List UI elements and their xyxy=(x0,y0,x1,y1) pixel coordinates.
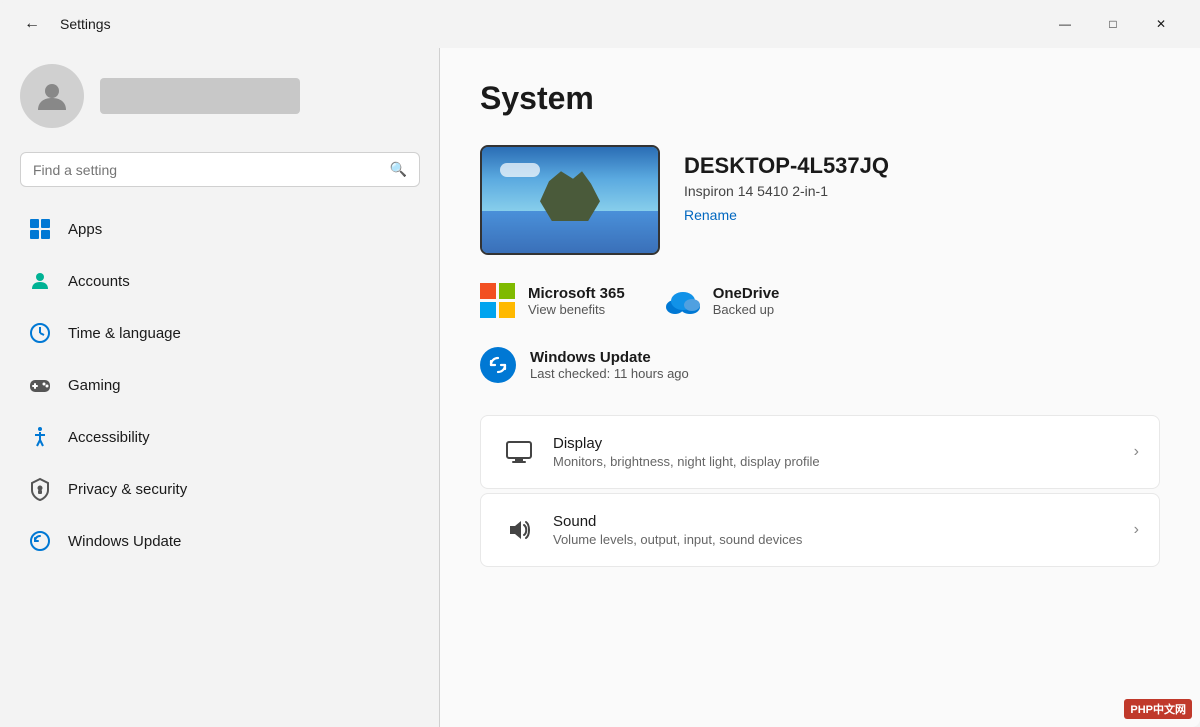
onedrive-icon xyxy=(665,283,701,319)
microsoft365-text: Microsoft 365 View benefits xyxy=(528,285,625,317)
user-profile[interactable] xyxy=(0,48,440,152)
search-box: 🔍 xyxy=(20,152,420,187)
apps-icon xyxy=(28,217,52,241)
sidebar-item-label: Gaming xyxy=(68,377,121,394)
window-title: Settings xyxy=(60,16,111,32)
windows-update-sub: Last checked: 11 hours ago xyxy=(530,366,689,381)
sidebar-item-gaming[interactable]: Gaming xyxy=(8,359,432,411)
accessibility-icon xyxy=(28,425,52,449)
sidebar-wrapper: 🔍 Apps xyxy=(0,48,440,727)
close-button[interactable]: ✕ xyxy=(1138,8,1184,40)
chevron-right-icon: › xyxy=(1134,521,1139,539)
sidebar-item-label: Accounts xyxy=(68,273,130,290)
thumbnail-cloud xyxy=(500,163,540,177)
services-row: Microsoft 365 View benefits xyxy=(480,283,1160,319)
sound-name: Sound xyxy=(553,513,1118,530)
sidebar-item-accessibility[interactable]: Accessibility xyxy=(8,411,432,463)
maximize-button[interactable]: □ xyxy=(1090,8,1136,40)
sidebar-item-time-language[interactable]: Time & language xyxy=(8,307,432,359)
sidebar-item-apps[interactable]: Apps xyxy=(8,203,432,255)
onedrive-sub: Backed up xyxy=(713,302,780,317)
microsoft365-name: Microsoft 365 xyxy=(528,285,625,302)
back-button[interactable]: ← xyxy=(16,8,48,40)
settings-list: Display Monitors, brightness, night ligh… xyxy=(480,415,1160,567)
minimize-button[interactable]: — xyxy=(1042,8,1088,40)
user-icon xyxy=(36,80,68,112)
search-input[interactable] xyxy=(33,162,382,178)
onedrive-item[interactable]: OneDrive Backed up xyxy=(665,283,780,319)
windows-update-name: Windows Update xyxy=(530,349,689,366)
chevron-right-icon: › xyxy=(1134,443,1139,461)
settings-item-display[interactable]: Display Monitors, brightness, night ligh… xyxy=(480,415,1160,489)
rename-link[interactable]: Rename xyxy=(684,207,889,223)
onedrive-name: OneDrive xyxy=(713,285,780,302)
sidebar-item-label: Privacy & security xyxy=(68,481,187,498)
display-desc: Monitors, brightness, night light, displ… xyxy=(553,454,1118,469)
avatar xyxy=(20,64,84,128)
sidebar-item-privacy-security[interactable]: Privacy & security xyxy=(8,463,432,515)
pc-model: Inspiron 14 5410 2-in-1 xyxy=(684,183,889,199)
sidebar-item-label: Windows Update xyxy=(68,533,181,550)
update-nav-icon xyxy=(28,529,52,553)
display-text: Display Monitors, brightness, night ligh… xyxy=(553,435,1118,469)
windows-update-icon xyxy=(480,347,516,383)
settings-window: ← Settings — □ ✕ xyxy=(0,0,1200,727)
sound-text: Sound Volume levels, output, input, soun… xyxy=(553,513,1118,547)
php-watermark: PHP中文网 xyxy=(1124,699,1192,719)
window-controls: — □ ✕ xyxy=(1042,8,1184,40)
display-name: Display xyxy=(553,435,1118,452)
time-icon xyxy=(28,321,52,345)
accounts-icon xyxy=(28,269,52,293)
windows-update-text: Windows Update Last checked: 11 hours ag… xyxy=(530,349,689,381)
display-icon xyxy=(501,434,537,470)
search-icon: 🔍 xyxy=(390,161,407,178)
privacy-icon xyxy=(28,477,52,501)
sidebar-item-windows-update[interactable]: Windows Update xyxy=(8,515,432,567)
pc-thumbnail xyxy=(480,145,660,255)
system-info-row: DESKTOP-4L537JQ Inspiron 14 5410 2-in-1 … xyxy=(480,145,1160,255)
microsoft365-sub: View benefits xyxy=(528,302,625,317)
sidebar-item-label: Accessibility xyxy=(68,429,150,446)
sound-icon xyxy=(501,512,537,548)
pc-name: DESKTOP-4L537JQ xyxy=(684,153,889,179)
search-container: 🔍 xyxy=(0,152,440,203)
windows-update-row[interactable]: Windows Update Last checked: 11 hours ag… xyxy=(480,347,1160,383)
username-bar xyxy=(100,78,300,114)
microsoft365-icon xyxy=(480,283,516,319)
onedrive-text: OneDrive Backed up xyxy=(713,285,780,317)
title-bar-left: ← Settings xyxy=(16,8,111,40)
settings-item-sound[interactable]: Sound Volume levels, output, input, soun… xyxy=(480,493,1160,567)
sidebar-item-accounts[interactable]: Accounts xyxy=(8,255,432,307)
sidebar-item-label: Apps xyxy=(68,221,102,238)
microsoft365-item[interactable]: Microsoft 365 View benefits xyxy=(480,283,625,319)
title-bar: ← Settings — □ ✕ xyxy=(0,0,1200,48)
main-content: 🔍 Apps xyxy=(0,48,1200,727)
page-title: System xyxy=(480,80,1160,117)
right-panel: System DESKTOP-4L537JQ Inspiron 14 5410 … xyxy=(440,48,1200,727)
sound-desc: Volume levels, output, input, sound devi… xyxy=(553,532,1118,547)
pc-info: DESKTOP-4L537JQ Inspiron 14 5410 2-in-1 … xyxy=(684,145,889,223)
sidebar-item-label: Time & language xyxy=(68,325,181,342)
sidebar: 🔍 Apps xyxy=(0,48,440,583)
gaming-icon xyxy=(28,373,52,397)
sidebar-divider xyxy=(439,48,440,727)
